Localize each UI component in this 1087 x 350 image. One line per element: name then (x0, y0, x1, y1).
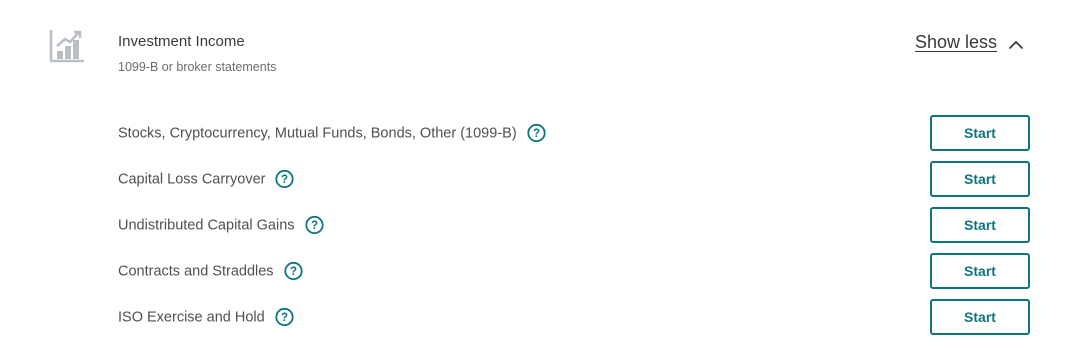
help-icon[interactable]: ? (304, 215, 324, 235)
chevron-up-icon[interactable] (1008, 37, 1024, 50)
row-label-container: Stocks, Cryptocurrency, Mutual Funds, Bo… (118, 123, 546, 143)
row-label-container: Contracts and Straddles ? (118, 261, 303, 281)
section-subtitle: 1099-B or broker statements (118, 60, 277, 74)
row-label-container: ISO Exercise and Hold ? (118, 307, 294, 327)
svg-text:?: ? (311, 220, 318, 232)
help-icon[interactable]: ? (275, 169, 295, 189)
help-icon[interactable]: ? (527, 123, 546, 143)
start-button[interactable]: Start (930, 161, 1030, 197)
start-button[interactable]: Start (930, 299, 1030, 335)
svg-text:?: ? (281, 312, 288, 324)
investment-chart-icon (49, 28, 85, 64)
svg-text:?: ? (290, 266, 297, 278)
list-item: Undistributed Capital Gains ? Start (118, 207, 1032, 243)
section-title: Investment Income (118, 33, 245, 50)
row-label-container: Capital Loss Carryover ? (118, 169, 295, 189)
row-label: Stocks, Cryptocurrency, Mutual Funds, Bo… (118, 125, 517, 141)
svg-text:?: ? (533, 128, 540, 140)
list-item: ISO Exercise and Hold ? Start (118, 299, 1032, 335)
svg-text:?: ? (281, 174, 288, 186)
row-label: Contracts and Straddles (118, 263, 274, 279)
help-icon[interactable]: ? (283, 261, 303, 281)
list-item: Capital Loss Carryover ? Start (118, 161, 1032, 197)
row-label: Capital Loss Carryover (118, 171, 266, 187)
list-item: Stocks, Cryptocurrency, Mutual Funds, Bo… (118, 115, 1032, 151)
start-button[interactable]: Start (930, 207, 1030, 243)
list-item: Contracts and Straddles ? Start (118, 253, 1032, 289)
row-label-container: Undistributed Capital Gains ? (118, 215, 324, 235)
row-label: Undistributed Capital Gains (118, 217, 295, 233)
show-less-label[interactable]: Show less (915, 32, 997, 53)
start-button[interactable]: Start (930, 253, 1030, 289)
help-icon[interactable]: ? (275, 307, 294, 327)
row-label: ISO Exercise and Hold (118, 309, 265, 325)
show-less-toggle[interactable]: Show less (915, 30, 1024, 54)
start-button[interactable]: Start (930, 115, 1030, 151)
